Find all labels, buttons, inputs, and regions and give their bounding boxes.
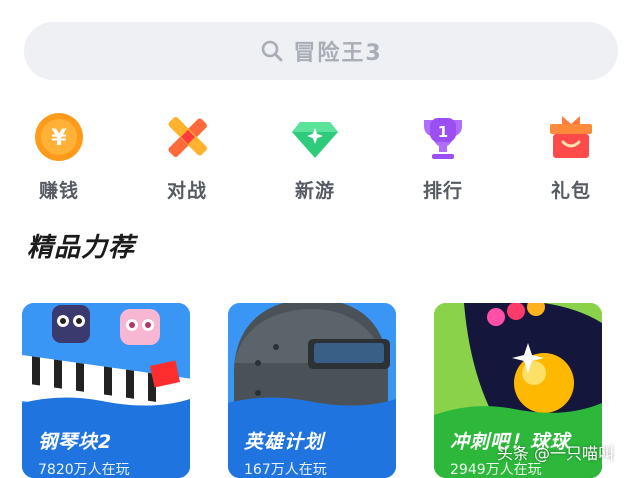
section-title: 精品力荐 — [27, 233, 136, 263]
game-players: 167万人在玩 — [244, 462, 327, 478]
game-card-hero-plan[interactable]: 英雄计划 167万人在玩 — [228, 303, 396, 478]
svg-text:¥: ¥ — [51, 126, 67, 151]
game-name: 钢琴块2 — [38, 431, 113, 453]
nav-label: 礼包 — [550, 180, 591, 202]
nav-label: 排行 — [422, 180, 463, 202]
battle-icon — [168, 117, 207, 157]
watermark-text: 头条 @一只喵叫 — [496, 444, 614, 463]
nav-label: 对战 — [166, 180, 207, 202]
gift-icon — [550, 116, 592, 158]
svg-text:1: 1 — [438, 123, 448, 141]
nav-label: 新游 — [294, 180, 335, 202]
search-icon — [262, 40, 283, 62]
game-name: 英雄计划 — [244, 431, 325, 453]
watermark: 头条 @一只喵叫 — [497, 440, 614, 464]
nav-item-gift[interactable]: 礼包 — [526, 112, 616, 203]
nav-label: 赚钱 — [38, 180, 79, 202]
nav-item-earn[interactable]: ¥ 赚钱 — [14, 112, 104, 203]
search-placeholder: 冒险王3 — [293, 41, 383, 66]
game-card-piano-tiles[interactable]: 钢琴块2 7820万人在玩 — [22, 303, 190, 478]
game-players: 7820万人在玩 — [38, 462, 130, 478]
nav-item-battle[interactable]: 对战 — [142, 112, 232, 203]
nav-item-new-games[interactable]: 新游 — [270, 112, 360, 203]
category-nav: ¥ 赚钱 对战 新游 1 排行 礼包 — [0, 112, 640, 202]
nav-item-ranking[interactable]: 1 排行 — [398, 112, 488, 203]
trophy-icon: 1 — [424, 118, 462, 159]
coin-icon: ¥ — [35, 113, 83, 161]
search-bar[interactable]: 冒险王3 — [24, 22, 618, 80]
gem-icon — [292, 122, 338, 158]
